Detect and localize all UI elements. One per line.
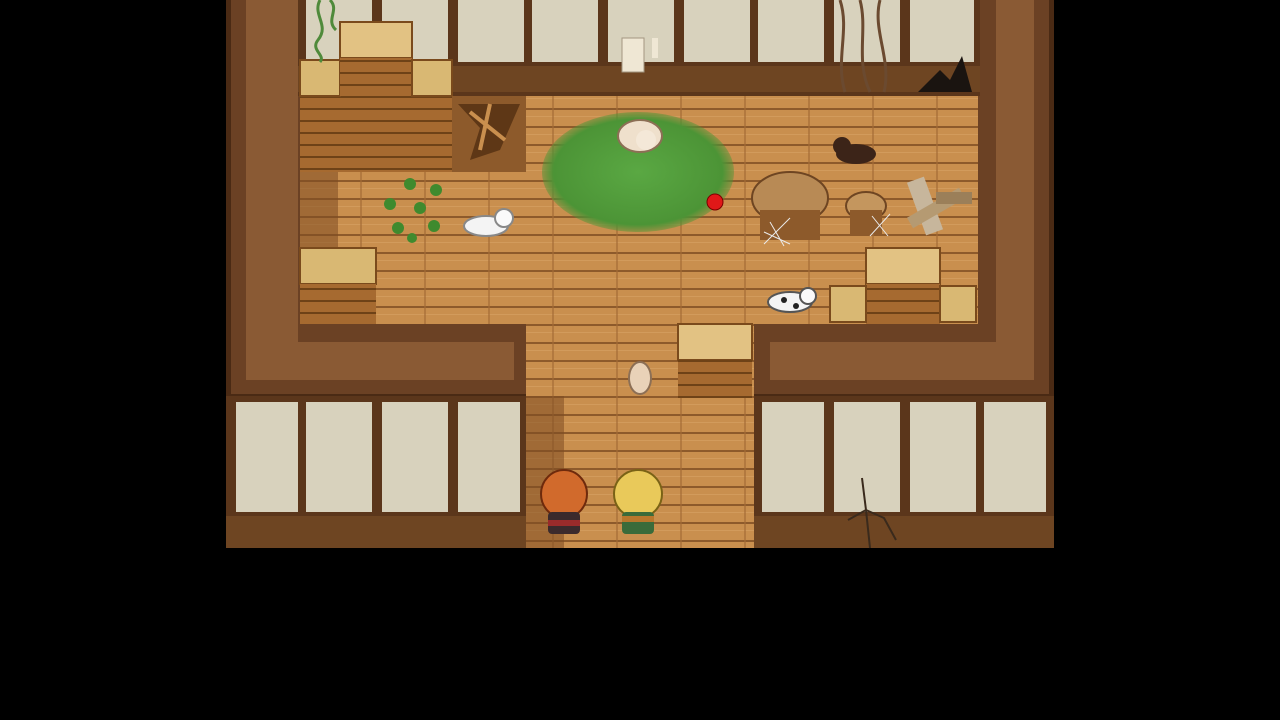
broken-crate — [452, 96, 526, 172]
small-tan-puppy[interactable] — [628, 361, 652, 395]
beige-puppy[interactable] — [617, 119, 663, 153]
red-ball[interactable] — [706, 193, 724, 211]
game-viewport[interactable] — [0, 0, 1280, 720]
round-table — [751, 171, 829, 240]
map-scene — [226, 0, 1054, 549]
stool — [845, 191, 887, 234]
